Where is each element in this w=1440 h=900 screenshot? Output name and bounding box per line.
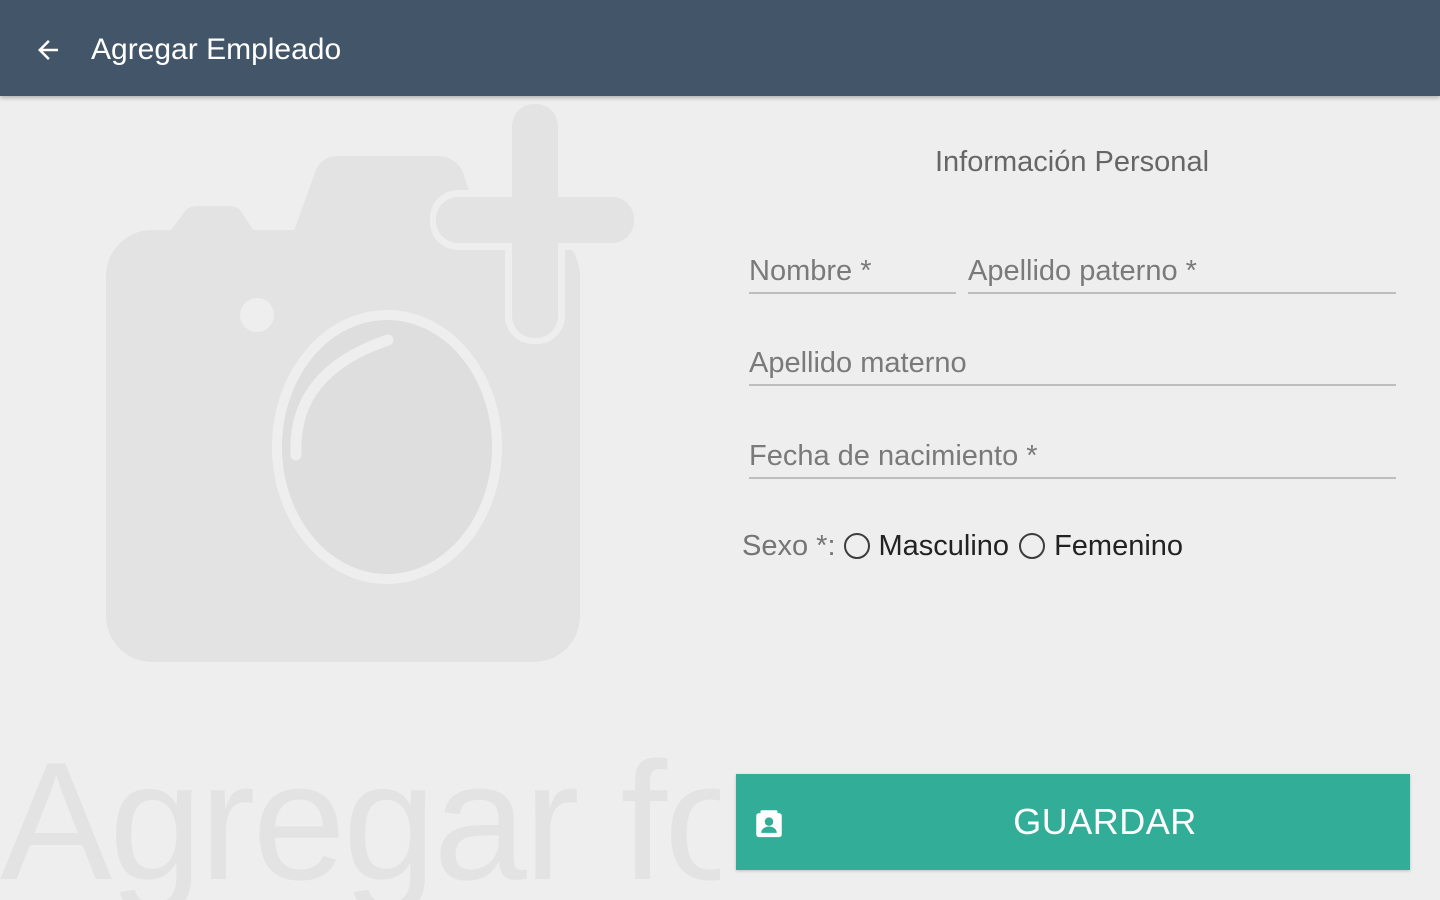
section-title: Información Personal bbox=[934, 146, 1210, 178]
radio-masculino-label: Masculino bbox=[878, 529, 1010, 562]
radio-femenino-label: Femenino bbox=[1054, 529, 1184, 562]
camera-add-icon bbox=[106, 98, 638, 662]
apellido-paterno-field[interactable]: Apellido paterno * bbox=[968, 248, 1396, 294]
sexo-radio-group: Sexo *: Masculino Femenino bbox=[742, 524, 1193, 568]
sexo-label: Sexo *: bbox=[742, 529, 836, 562]
app-bar: Agregar Empleado bbox=[0, 0, 1440, 96]
back-button[interactable] bbox=[22, 24, 74, 76]
fecha-nacimiento-placeholder: Fecha de nacimiento * bbox=[749, 440, 1038, 472]
radio-circle-icon bbox=[843, 533, 870, 559]
page-title: Agregar Empleado bbox=[91, 33, 342, 66]
arrow-left-icon bbox=[38, 40, 58, 60]
add-photo-label: Agregar foto bbox=[0, 727, 720, 900]
nombre-placeholder: Nombre * bbox=[749, 255, 872, 287]
radio-femenino[interactable]: Femenino bbox=[1019, 530, 1183, 563]
contact-badge-icon bbox=[756, 810, 782, 838]
apellido-materno-placeholder: Apellido materno bbox=[749, 347, 967, 379]
save-button-label: GUARDAR bbox=[1013, 801, 1197, 842]
nombre-field[interactable]: Nombre * bbox=[749, 248, 956, 294]
add-photo-area[interactable]: Agregar foto bbox=[0, 96, 720, 900]
radio-masculino[interactable]: Masculino bbox=[843, 529, 1010, 563]
radio-circle-icon bbox=[1019, 533, 1046, 559]
apellido-materno-field[interactable]: Apellido materno bbox=[749, 340, 1396, 386]
fecha-nacimiento-field[interactable]: Fecha de nacimiento * bbox=[749, 433, 1396, 479]
apellido-paterno-placeholder: Apellido paterno * bbox=[968, 255, 1197, 287]
